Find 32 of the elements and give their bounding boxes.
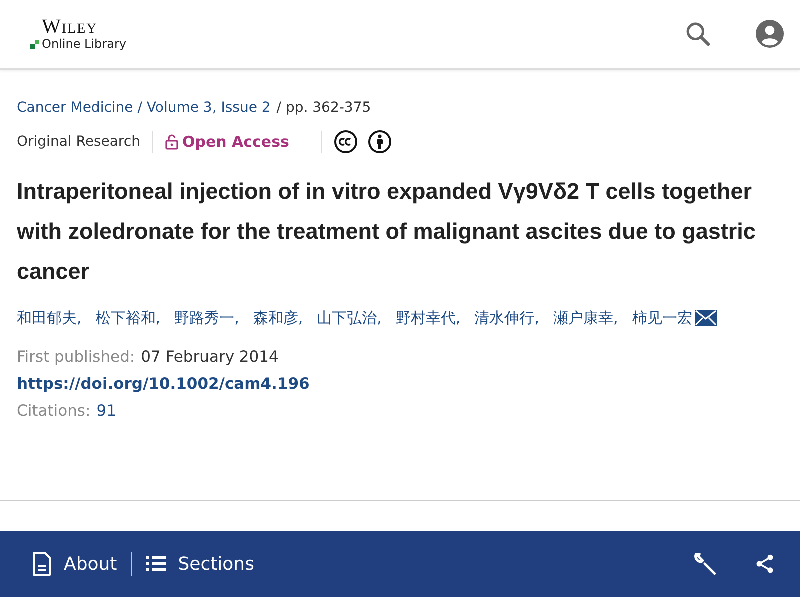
- creative-commons-icon: [334, 130, 358, 154]
- sections-button[interactable]: Sections: [146, 554, 254, 574]
- share-icon[interactable]: [754, 553, 776, 575]
- doi-link[interactable]: https://doi.org/10.1002/cam4.196: [17, 371, 310, 398]
- about-button[interactable]: About: [32, 551, 118, 577]
- document-icon: [32, 551, 52, 577]
- citations-label: Citations:: [17, 401, 91, 422]
- wrench-icon[interactable]: [692, 551, 718, 577]
- search-icon[interactable]: [684, 20, 712, 48]
- author-link[interactable]: 瀬户康幸,: [553, 308, 618, 328]
- author-link[interactable]: 和田郁夫,: [17, 308, 82, 328]
- article-type: Original Research: [17, 134, 140, 150]
- breadcrumb-link[interactable]: Cancer Medicine / Volume 3, Issue 2: [17, 100, 271, 116]
- author-link[interactable]: 松下裕和,: [96, 308, 161, 328]
- lock-icon: [165, 134, 180, 150]
- author-link[interactable]: 野路秀一,: [174, 308, 240, 328]
- open-access-label: Open Access: [165, 133, 290, 151]
- list-icon: [146, 555, 166, 573]
- account-icon[interactable]: [756, 20, 784, 48]
- article-title: Intraperitoneal injection of in vitro expanded Vγ9Vδ2 T cells together with zoledronate for the treatment of malignant ascites due to gastric cancer: [17, 178, 757, 286]
- page-range: / pp. 362-375: [276, 100, 372, 116]
- citations-count[interactable]: 91: [96, 398, 116, 425]
- attribution-icon: [368, 130, 392, 154]
- author-link[interactable]: 山下弘治,: [317, 308, 382, 328]
- author-link[interactable]: 野村幸代,: [396, 308, 461, 328]
- author-link[interactable]: 森和彦,: [253, 308, 304, 328]
- published-label: First published:: [17, 347, 136, 368]
- mail-icon[interactable]: [695, 310, 718, 326]
- published-date: 07 February 2014: [141, 347, 279, 368]
- author-link[interactable]: 柿见一宏: [632, 308, 718, 328]
- logo[interactable]: Wiley Online Library: [30, 17, 126, 51]
- author-link[interactable]: 清水伸行,: [474, 308, 540, 328]
